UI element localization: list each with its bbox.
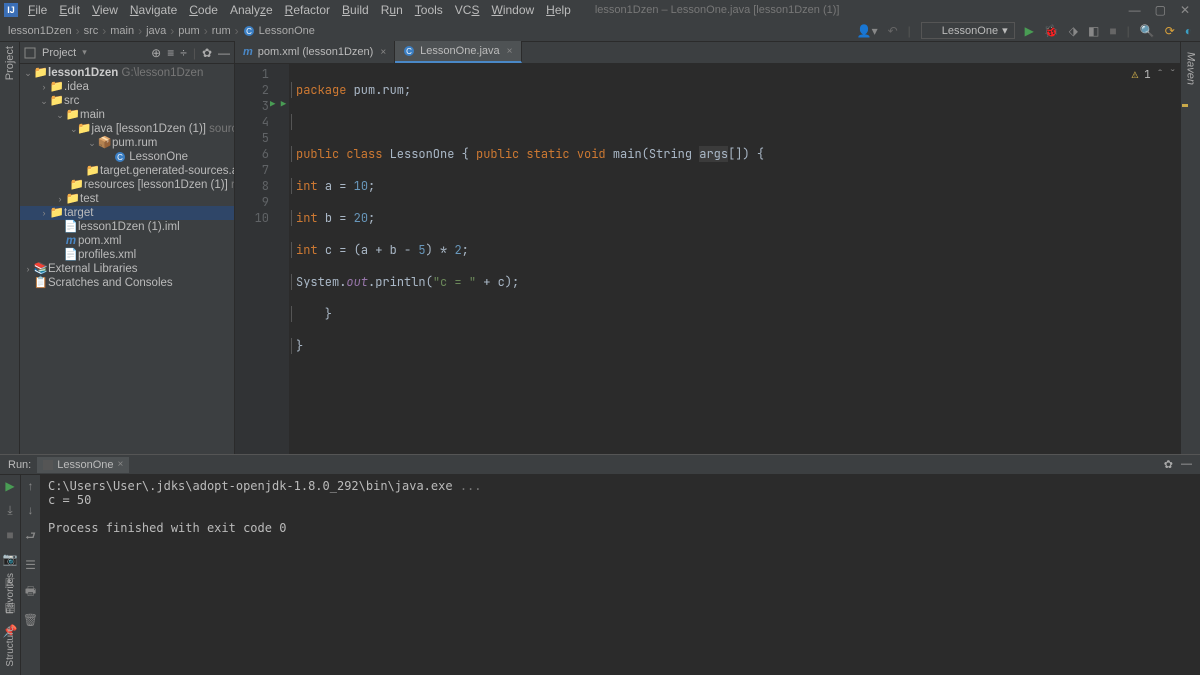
ide-features-icon[interactable]: ◐ [1185,24,1192,38]
stop-run-icon[interactable]: ⤓ [7,503,12,518]
hide-icon[interactable]: — [218,46,230,60]
favorites-tool-button[interactable]: Favorites [5,573,16,614]
update-icon[interactable]: ⟳ [1165,24,1175,38]
app-logo-icon: IJ [4,3,18,17]
menu-edit[interactable]: Edit [53,3,86,17]
warning-stripe-marker[interactable] [1182,104,1188,107]
close-tab-icon[interactable]: × [380,47,386,58]
up-icon[interactable]: ↑ [28,479,34,493]
maven-tool-button[interactable]: Maven [1185,46,1197,85]
run-tab-icon [43,460,53,470]
menu-code[interactable]: Code [183,3,224,17]
crumb-src[interactable]: src [84,25,99,37]
menu-analyze[interactable]: Analyze [224,3,279,17]
project-view-icon [24,47,36,59]
crumb-pum[interactable]: pum [178,25,199,37]
code-area[interactable]: 1 2 3 4 5 6 7 8 9 10 ▶ ▶ package pum.rum… [235,64,1180,454]
run-hide-icon[interactable]: — [1181,458,1192,471]
menu-help[interactable]: Help [540,3,577,17]
project-panel-header: Project ▾ ⊕ ≡ ÷ | ✿ — [20,42,234,64]
run-tool-window: Run: LessonOne × ✿ — ▶ ⤓ ■ 📷 ⇱ ▤ 📌 ↑ ↓ ⮐… [0,454,1200,675]
tree-item-target-selected: ›📁target [20,206,234,220]
dump-icon[interactable]: 📷 [3,552,18,566]
menu-navigate[interactable]: Navigate [124,3,183,17]
run-label: Run: [8,459,31,471]
crumb-main[interactable]: main [110,25,134,37]
close-icon[interactable]: ✕ [1180,3,1190,17]
warning-icon: ⚠ [1132,68,1139,82]
run-settings-icon[interactable]: ✿ [1164,458,1173,471]
run-header: Run: LessonOne × ✿ — [0,455,1200,475]
rerun-icon[interactable]: ▶ [5,479,14,493]
menu-build[interactable]: Build [336,3,375,17]
maximize-icon[interactable]: ▢ [1155,3,1166,17]
expand-all-icon[interactable]: ≡ [167,46,174,60]
title-bar: IJ FFileile Edit View Navigate Code Anal… [0,0,1200,20]
menu-vcs[interactable]: VCS [449,3,486,17]
soft-wrap-icon[interactable]: ⮐ [25,527,36,548]
settings-icon[interactable]: ✿ [202,46,212,60]
class-file-icon: C [114,151,126,163]
tab-pom[interactable]: m pom.xml (lesson1Dzen)× [235,41,395,63]
debug-button[interactable]: 🐞 [1044,24,1059,38]
run-config-selector[interactable]: LessonOne ▾ [921,22,1015,39]
project-panel: Project ▾ ⊕ ≡ ÷ | ✿ — ⌄📁lesson1Dzen G:\l… [20,42,235,454]
minimize-icon[interactable]: — [1129,3,1141,17]
stop2-icon[interactable]: ■ [6,528,13,542]
class-icon: C [243,25,255,37]
menu-refactor[interactable]: Refactor [279,3,336,17]
inspection-widget[interactable]: ⚠1 ˆˇ [1132,68,1176,82]
project-tree[interactable]: ⌄📁lesson1Dzen G:\lesson1Dzen ›📁.idea ⌄📁s… [20,64,234,292]
menu-tools[interactable]: Tools [409,3,449,17]
menu-view[interactable]: View [86,3,124,17]
user-icon[interactable]: 👤▾ [857,24,878,38]
select-opened-icon[interactable]: ⊕ [151,46,161,60]
java-class-icon: C [403,45,415,57]
menu-file[interactable]: FFileile [22,3,53,17]
gutter: 1 2 3 4 5 6 7 8 9 10 ▶ ▶ [235,64,289,454]
clear-icon[interactable]: 🗑 [23,613,38,627]
run-gutter-icon[interactable]: ▶ ▶ [270,98,286,110]
editor-tabs: m pom.xml (lesson1Dzen)× C LessonOne.jav… [235,42,1180,64]
run-tab[interactable]: LessonOne × [37,457,129,473]
scroll-end-icon[interactable]: ☰ [25,558,36,572]
collapse-all-icon[interactable]: ÷ [180,46,187,60]
structure-tool-button[interactable]: Structure [5,626,16,667]
svg-text:C: C [406,47,412,56]
editor: m pom.xml (lesson1Dzen)× C LessonOne.jav… [235,42,1180,454]
run-config-icon [928,26,938,36]
down-icon[interactable]: ↓ [28,503,34,517]
crumb-java[interactable]: java [146,25,166,37]
profile-button[interactable]: ◧ [1088,24,1099,38]
left-bottom-tool-stripe: Favorites Structure [0,567,20,673]
stop-button[interactable]: ■ [1109,24,1116,38]
run-button[interactable]: ▶ [1025,24,1034,38]
code-text[interactable]: package pum.rum; public class LessonOne … [289,64,1180,454]
left-tool-stripe: Project [0,42,20,454]
project-panel-title: Project [42,47,76,59]
console-output[interactable]: C:\Users\User\.jdks\adopt-openjdk-1.8.0_… [40,475,1200,675]
run-toolbar-right: ↑ ↓ ⮐ ☰ 🖶 🗑 [20,475,40,675]
menu-run[interactable]: Run [375,3,409,17]
tab-lessonone[interactable]: C LessonOne.java× [395,41,521,63]
svg-text:C: C [117,153,123,162]
close-tab-icon[interactable]: × [507,46,513,57]
crumb-rum[interactable]: rum [212,25,231,37]
window-title: lesson1Dzen – LessonOne.java [lesson1Dze… [595,4,840,16]
coverage-button[interactable]: ⬗ [1069,24,1078,38]
search-everywhere-icon[interactable]: 🔍 [1140,24,1155,38]
project-tool-button[interactable]: Project [4,46,16,86]
print-icon[interactable]: 🖶 [25,582,36,603]
svg-text:C: C [246,27,252,36]
crumb-class[interactable]: C LessonOne [243,25,315,37]
crumb-project[interactable]: lesson1Dzen [8,25,72,37]
maven-icon: m [243,46,253,58]
navigation-bar: lesson1Dzen› src› main› java› pum› rum› … [0,20,1200,42]
back-icon[interactable]: ↶ [888,24,898,38]
menu-window[interactable]: Window [485,3,540,17]
